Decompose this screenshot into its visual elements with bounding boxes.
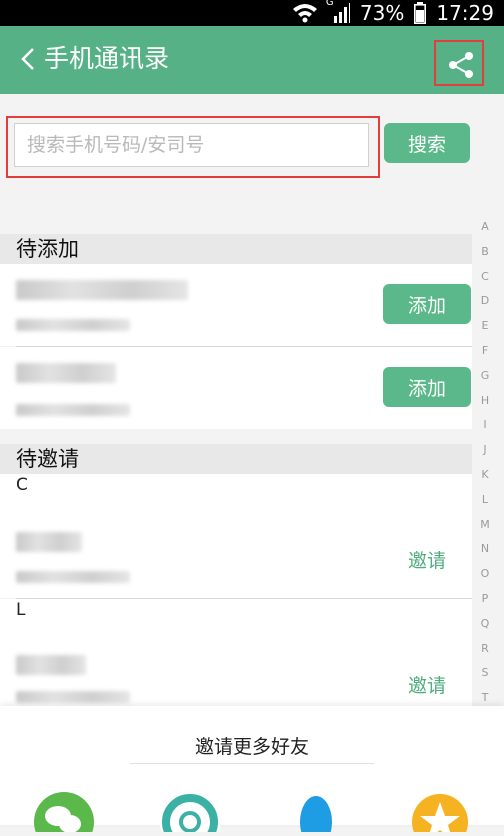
index-letter[interactable]: C [474,265,496,290]
index-letter[interactable]: I [474,413,496,438]
signal-type-label: G [325,0,334,8]
contact-phone-redacted [16,404,130,416]
share-icon [449,52,473,78]
index-letter[interactable]: A [474,215,496,240]
contact-name-redacted [16,363,116,383]
back-chevron-icon[interactable] [16,46,42,72]
search-input[interactable] [14,123,369,167]
invite-more-title: 邀请更多好友 [194,736,309,758]
index-letter[interactable]: N [474,537,496,562]
wechat-icon[interactable] [34,792,94,836]
index-letter[interactable]: E [474,314,496,339]
qq-icon[interactable] [286,792,346,836]
contact-phone-redacted [16,571,130,583]
index-letter[interactable]: M [474,513,496,538]
divider [130,763,374,764]
invite-link[interactable]: 邀请 [408,671,446,698]
add-button[interactable]: 添加 [383,284,471,324]
index-letter[interactable]: Q [474,612,496,637]
section-header-pending-add: 待添加 [0,234,472,264]
contact-name-redacted [16,532,82,552]
app-bar: 手机通讯录 [0,26,504,94]
battery-icon [414,2,427,24]
index-letter[interactable]: L [474,488,496,513]
group-letter-l: L [0,599,472,639]
index-letter[interactable]: D [474,289,496,314]
index-letter[interactable]: F [474,339,496,364]
status-bar: G 73% 17:29 [0,0,504,26]
alphabet-index[interactable]: A B C D E F G H I J K L M N O P Q R S T [474,215,496,711]
list-item: 添加 [0,347,472,429]
index-letter[interactable]: S [474,661,496,686]
index-letter[interactable]: B [474,240,496,265]
share-targets [0,792,504,836]
invite-panel: 邀请更多好友 [0,706,504,836]
group-letter-c: C [0,474,472,514]
page-title: 手机通讯录 [44,44,170,73]
index-letter[interactable]: K [474,463,496,488]
index-letter[interactable]: H [474,389,496,414]
section-header-pending-invite: 待邀请 [0,444,472,474]
index-letter[interactable]: O [474,562,496,587]
moments-icon[interactable] [160,792,220,836]
list-item: 邀请 [0,514,472,598]
invite-link[interactable]: 邀请 [408,546,446,573]
cell-signal-icon: G [325,0,350,23]
wifi-icon [292,3,318,23]
contact-phone-redacted [16,319,130,331]
index-letter[interactable]: P [474,587,496,612]
contact-phone-redacted [16,691,130,703]
battery-percent: 73% [359,1,405,25]
list-item: 邀请 [0,639,472,706]
index-letter[interactable]: J [474,438,496,463]
add-button[interactable]: 添加 [383,367,471,407]
qzone-icon[interactable] [410,792,470,836]
search-button[interactable]: 搜索 [384,123,470,163]
share-button[interactable] [434,40,484,86]
index-letter[interactable]: G [474,364,496,389]
contact-name-redacted [16,280,188,300]
list-item: 添加 [0,264,472,346]
index-letter[interactable]: R [474,637,496,662]
contact-name-redacted [16,655,86,675]
clock: 17:29 [436,1,494,25]
